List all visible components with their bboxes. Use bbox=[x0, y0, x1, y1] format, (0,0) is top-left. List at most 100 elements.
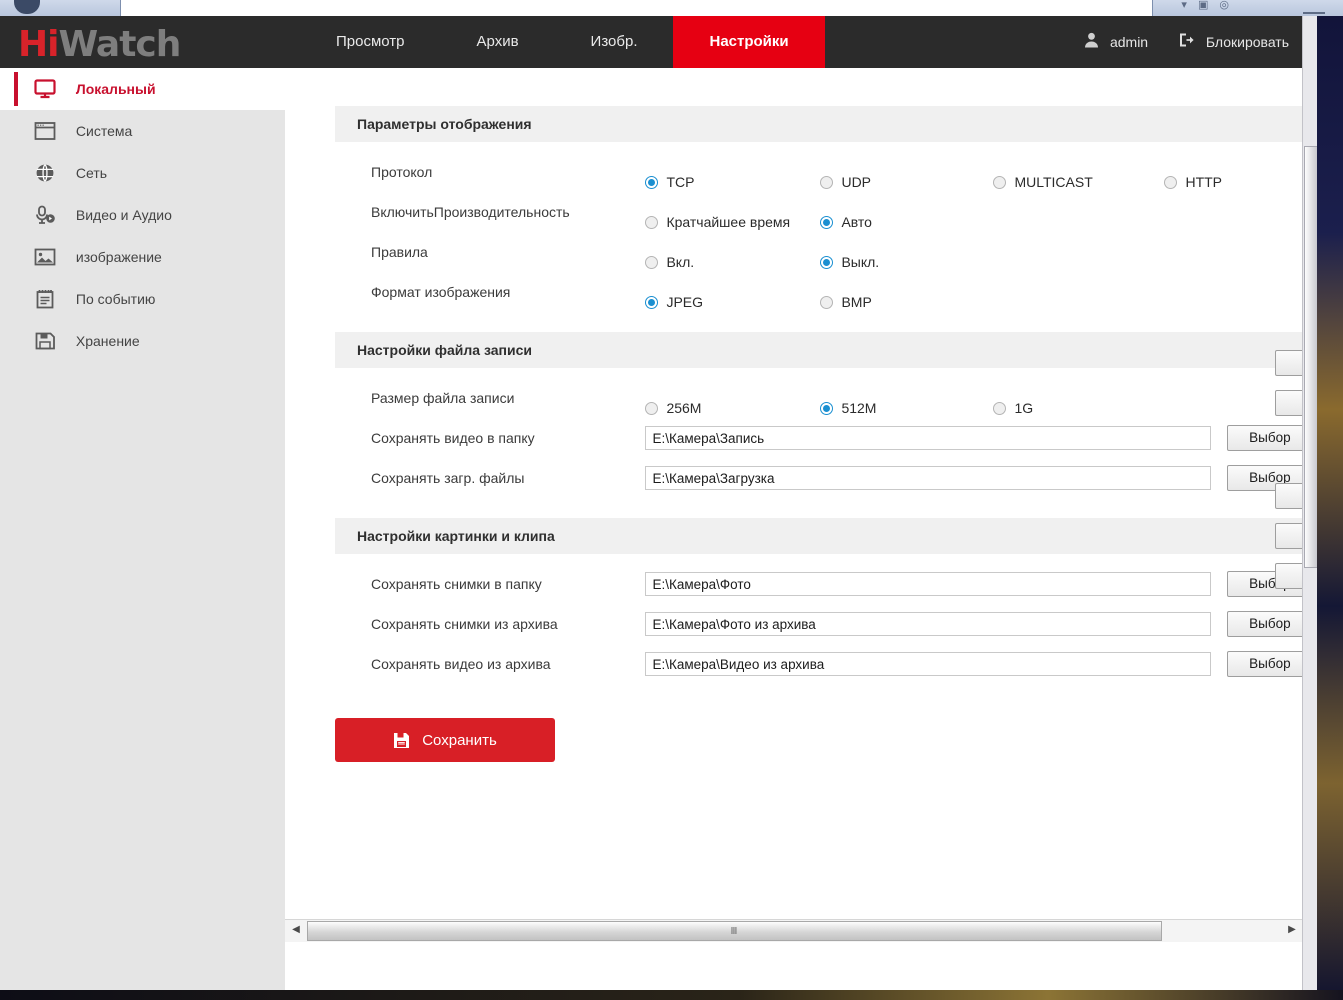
scroll-right-arrow-icon[interactable]: ▶ bbox=[1283, 920, 1301, 942]
radio-performance-auto[interactable]: Авто bbox=[820, 202, 872, 242]
radio-protocol-tcp[interactable]: TCP bbox=[645, 162, 694, 202]
browser-chrome: ▾ ▣ ◎ bbox=[0, 0, 1343, 17]
radio-format-bmp[interactable]: BMP bbox=[820, 282, 872, 322]
browse-button-overflow-5[interactable] bbox=[1275, 563, 1303, 589]
desktop-background-bottom bbox=[0, 990, 1343, 1000]
nav-item-live[interactable]: Просмотр bbox=[300, 16, 441, 68]
radio-dot bbox=[645, 402, 659, 415]
browse-button-overflow-3[interactable] bbox=[1275, 483, 1303, 509]
radio-size-1g[interactable]: 1G bbox=[993, 388, 1033, 428]
input-save-snapshot-path[interactable]: E:\Камера\Фото bbox=[645, 572, 1212, 596]
browser-shield-icon bbox=[14, 0, 40, 14]
mic-play-icon bbox=[34, 194, 60, 236]
window-minimize-icon[interactable] bbox=[1303, 2, 1325, 14]
sidebar-item-event[interactable]: По событию bbox=[0, 278, 285, 320]
browse-button-playback-clip-path[interactable]: Выбор bbox=[1226, 651, 1303, 677]
sidebar-item-network[interactable]: Сеть bbox=[0, 152, 285, 194]
sidebar-item-local[interactable]: Локальный bbox=[0, 68, 285, 110]
browse-button-overflow-1[interactable] bbox=[1275, 350, 1303, 376]
sidebar: Локальный Система Сеть Видео и Аудио изо… bbox=[0, 68, 285, 1000]
scroll-left-arrow-icon[interactable]: ◀ bbox=[287, 920, 305, 942]
radio-dot bbox=[820, 176, 834, 189]
nav-item-settings[interactable]: Настройки bbox=[673, 16, 825, 68]
sidebar-item-label: Система bbox=[75, 123, 133, 139]
vertical-scrollbar[interactable] bbox=[1302, 16, 1318, 1000]
top-navigation-bar: HiWatch Просмотр Архив Изобр. Настройки adm… bbox=[0, 16, 1303, 68]
section-body-display: Протокол TCP UDP MULTICAST HTTP Включить… bbox=[335, 152, 1303, 312]
radio-protocol-udp[interactable]: UDP bbox=[820, 162, 871, 202]
input-save-download-path[interactable]: E:\Камера\Загрузка bbox=[645, 466, 1212, 490]
row-label: Протокол bbox=[371, 164, 433, 180]
input-save-playback-clip-path[interactable]: E:\Камера\Видео из архива bbox=[645, 652, 1212, 676]
radio-dot bbox=[645, 176, 659, 189]
floppy-icon bbox=[34, 320, 60, 362]
browse-button-playback-snapshot-path[interactable]: Выбор bbox=[1226, 611, 1303, 637]
radio-dot bbox=[993, 176, 1007, 189]
sidebar-item-label: Сеть bbox=[75, 165, 108, 181]
radio-size-256m[interactable]: 256M bbox=[645, 388, 701, 428]
nav-item-picture[interactable]: Изобр. bbox=[555, 16, 674, 68]
current-user-label: admin bbox=[1109, 34, 1149, 50]
nav-right-group: admin Блокировать bbox=[1058, 16, 1289, 68]
row-save-playback-clip-path: Сохранять видео из архива E:\Камера\Виде… bbox=[371, 644, 1303, 684]
radio-label: TCP bbox=[666, 174, 695, 190]
radio-dot bbox=[820, 296, 834, 309]
browse-button-record-path[interactable]: Выбор bbox=[1226, 425, 1303, 451]
radio-dot bbox=[820, 402, 834, 415]
radio-dot bbox=[993, 402, 1007, 415]
horizontal-scroll-thumb[interactable]: Ⅲ bbox=[307, 921, 1162, 941]
clipboard-icon bbox=[34, 278, 60, 320]
sidebar-item-storage[interactable]: Хранение bbox=[0, 320, 285, 362]
sidebar-item-video-audio[interactable]: Видео и Аудио bbox=[0, 194, 285, 236]
brand-logo-watch: Watch bbox=[58, 24, 181, 65]
floppy-save-icon bbox=[393, 732, 410, 749]
row-label: Формат изображения bbox=[371, 284, 511, 300]
settings-inner: Параметры отображения Протокол TCP UDP M… bbox=[335, 106, 1303, 762]
sidebar-item-label: Хранение bbox=[75, 333, 140, 349]
lock-button[interactable]: Блокировать bbox=[1178, 16, 1289, 69]
row-label: Сохранять загр. файлы bbox=[371, 470, 525, 486]
window-icon bbox=[34, 110, 60, 152]
radio-label: HTTP bbox=[1185, 174, 1223, 190]
browse-button-overflow-2[interactable] bbox=[1275, 390, 1303, 416]
horizontal-scroll-track[interactable]: Ⅲ bbox=[305, 921, 1283, 941]
row-save-playback-snapshot-path: Сохранять снимки из архива E:\Камера\Фот… bbox=[371, 604, 1303, 644]
radio-protocol-multicast[interactable]: MULTICAST bbox=[993, 162, 1093, 202]
radio-label: 1G bbox=[1014, 400, 1034, 416]
vertical-scroll-thumb[interactable] bbox=[1304, 146, 1318, 568]
input-save-record-path[interactable]: E:\Камера\Запись bbox=[645, 426, 1212, 450]
radio-label: 512M bbox=[841, 400, 877, 416]
radio-rules-on[interactable]: Вкл. bbox=[645, 242, 694, 282]
radio-format-jpeg[interactable]: JPEG bbox=[645, 282, 703, 322]
browser-toolbar-icons[interactable]: ▾ ▣ ◎ bbox=[1181, 0, 1233, 11]
monitor-icon bbox=[34, 68, 60, 110]
radio-performance-shortest[interactable]: Кратчайшее время bbox=[645, 202, 790, 242]
row-label: ВключитьПроизводительность bbox=[371, 204, 570, 220]
sidebar-item-image[interactable]: изображение bbox=[0, 236, 285, 278]
save-button[interactable]: Сохранить bbox=[335, 718, 555, 762]
settings-content: Параметры отображения Протокол TCP UDP M… bbox=[285, 68, 1303, 1000]
radio-protocol-http[interactable]: HTTP bbox=[1164, 162, 1222, 202]
browser-address-bar[interactable] bbox=[120, 0, 1153, 16]
radio-dot bbox=[645, 296, 659, 309]
radio-size-512m[interactable]: 512M bbox=[820, 388, 876, 428]
row-label: Сохранять видео из архива bbox=[371, 656, 551, 672]
horizontal-scrollbar[interactable]: ◀ Ⅲ ▶ bbox=[285, 919, 1303, 942]
radio-rules-off[interactable]: Выкл. bbox=[820, 242, 879, 282]
sidebar-item-system[interactable]: Система bbox=[0, 110, 285, 152]
nav-item-archive[interactable]: Архив bbox=[441, 16, 555, 68]
picture-icon bbox=[34, 236, 60, 278]
sidebar-item-label: Видео и Аудио bbox=[75, 207, 172, 223]
save-button-label: Сохранить bbox=[422, 731, 497, 749]
browse-button-overflow-4[interactable] bbox=[1275, 523, 1303, 549]
section-header-picture-clip: Настройки картинки и клипа bbox=[335, 518, 1303, 554]
sidebar-item-label: Локальный bbox=[75, 81, 156, 97]
radio-label: Кратчайшее время bbox=[666, 214, 791, 230]
radio-label: UDP bbox=[841, 174, 872, 190]
current-user[interactable]: admin bbox=[1084, 16, 1148, 69]
input-save-playback-snapshot-path[interactable]: E:\Камера\Фото из архива bbox=[645, 612, 1212, 636]
section-header-record-file: Настройки файла записи bbox=[335, 332, 1303, 368]
sidebar-item-label: изображение bbox=[75, 249, 162, 265]
sidebar-item-label: По событию bbox=[75, 291, 156, 307]
section-body-picture-clip: Сохранять снимки в папку E:\Камера\Фото … bbox=[335, 564, 1303, 684]
